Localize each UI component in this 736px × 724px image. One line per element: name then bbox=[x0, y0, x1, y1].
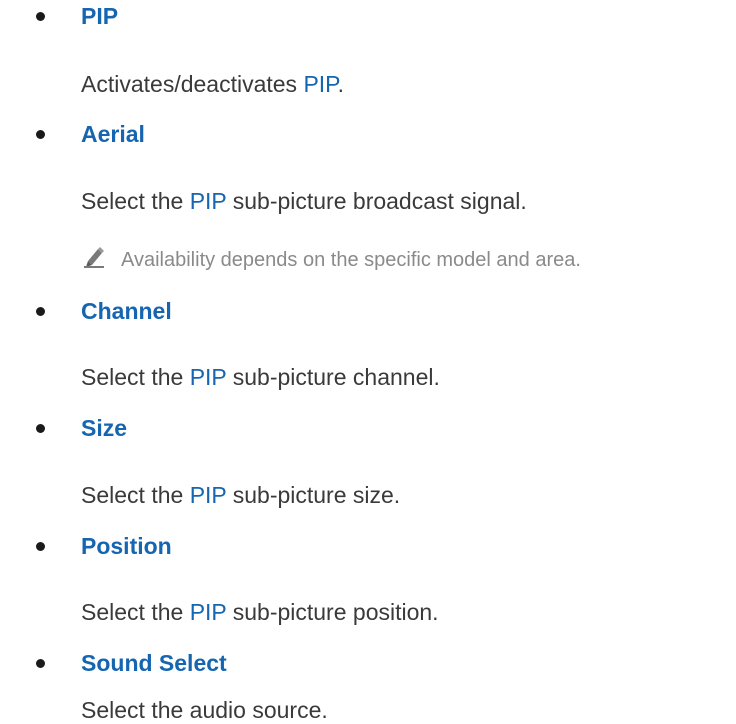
item-title-position: Position bbox=[81, 533, 172, 559]
bullet-icon bbox=[36, 130, 45, 139]
description-text: Select the bbox=[81, 599, 190, 625]
item-title-aerial: Aerial bbox=[81, 121, 145, 147]
item-description-size: Select the PIP sub-picture size. bbox=[81, 481, 400, 509]
description-text: Activates/deactivates bbox=[81, 71, 304, 97]
bullet-icon bbox=[36, 659, 45, 668]
item-description-aerial: Select the PIP sub-picture broadcast sig… bbox=[81, 187, 527, 215]
item-title-channel: Channel bbox=[81, 298, 172, 324]
description-highlight: PIP bbox=[189, 482, 227, 508]
description-text: Select the bbox=[81, 482, 190, 508]
item-title-sound-select: Sound Select bbox=[81, 650, 227, 676]
bullet-icon bbox=[36, 542, 45, 551]
description-text: Select the bbox=[81, 188, 190, 214]
item-title-pip: PIP bbox=[81, 3, 119, 29]
bullet-icon bbox=[36, 12, 45, 21]
note-text: Availability depends on the specific mod… bbox=[121, 249, 581, 271]
item-description-channel: Select the PIP sub-picture channel. bbox=[81, 363, 440, 391]
document-page: PIP Activates/deactivates PIP. Aerial Se… bbox=[0, 0, 736, 724]
description-text-end: sub-picture size. bbox=[226, 482, 401, 508]
bullet-icon bbox=[36, 424, 45, 433]
description-highlight: PIP bbox=[189, 599, 227, 625]
item-description-pip: Activates/deactivates PIP. bbox=[81, 70, 344, 98]
bullet-icon bbox=[36, 307, 45, 316]
description-highlight: PIP bbox=[303, 71, 338, 97]
description-text-end: sub-picture channel. bbox=[226, 364, 440, 390]
description-text-end: . bbox=[337, 71, 344, 97]
description-highlight: PIP bbox=[189, 188, 227, 214]
description-text-end: sub-picture position. bbox=[226, 599, 439, 625]
item-title-size: Size bbox=[81, 415, 128, 441]
description-text: Select the bbox=[81, 364, 190, 390]
item-description-position: Select the PIP sub-picture position. bbox=[81, 598, 439, 626]
item-description-sound-select: Select the audio source. bbox=[81, 696, 328, 724]
description-text-end: sub-picture broadcast signal. bbox=[226, 188, 527, 214]
description-highlight: PIP bbox=[189, 364, 227, 390]
description-text: Select the audio source. bbox=[81, 697, 328, 723]
pencil-icon bbox=[84, 246, 104, 268]
